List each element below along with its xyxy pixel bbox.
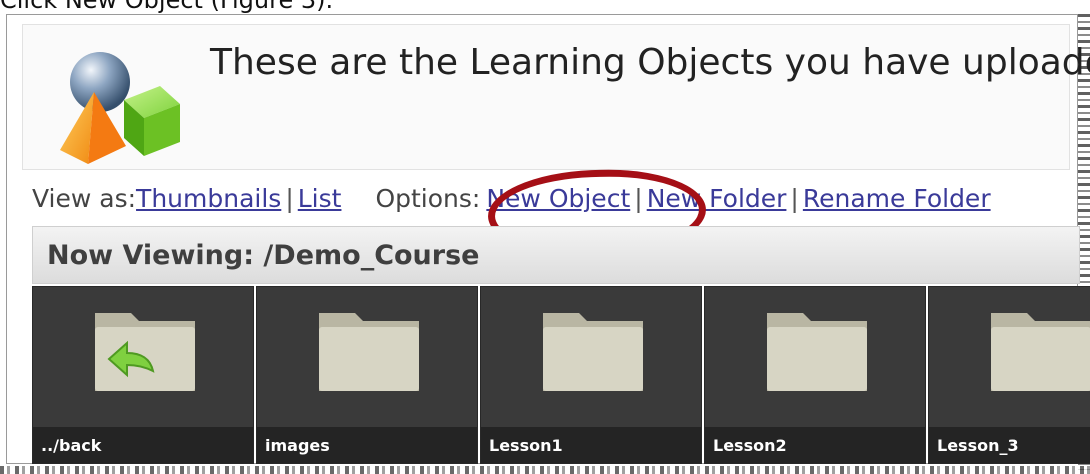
- folder-tile-lesson1[interactable]: Lesson1: [480, 286, 702, 464]
- folder-name: Lesson1: [481, 427, 701, 463]
- separator: |: [285, 183, 294, 213]
- figure-caption: Click New Object (Figure 3).: [0, 0, 334, 14]
- view-as-label: View as:: [32, 183, 137, 213]
- folder-icon: [319, 313, 419, 391]
- folder-name: Lesson_3: [929, 427, 1090, 463]
- folder-back-icon: [95, 313, 195, 391]
- folder-name: Lesson2: [705, 427, 925, 463]
- folder-tile-back[interactable]: ../back: [32, 286, 254, 464]
- folder-grid: ../back images Lesson1 Lesson2 Lesson_3: [32, 286, 1090, 464]
- folder-icon: [767, 313, 867, 391]
- folder-icon: [991, 313, 1090, 391]
- now-viewing-bar: Now Viewing: /Demo_Course: [32, 226, 1080, 284]
- rename-folder-link[interactable]: Rename Folder: [803, 184, 991, 213]
- separator: |: [790, 183, 799, 213]
- folder-icon: [543, 313, 643, 391]
- learning-objects-logo: [60, 52, 180, 164]
- folder-tile-images[interactable]: images: [256, 286, 478, 464]
- list-link[interactable]: List: [298, 184, 342, 213]
- torn-edge-bottom: [0, 466, 1090, 474]
- header-message: These are the Learning Objects you have …: [210, 42, 1090, 83]
- folder-name: ../back: [33, 427, 253, 463]
- options-label: Options:: [375, 183, 481, 213]
- folder-name: images: [257, 427, 477, 463]
- thumbnails-link[interactable]: Thumbnails: [136, 184, 281, 213]
- folder-tile-lesson2[interactable]: Lesson2: [704, 286, 926, 464]
- folder-tile-lesson3[interactable]: Lesson_3: [928, 286, 1090, 464]
